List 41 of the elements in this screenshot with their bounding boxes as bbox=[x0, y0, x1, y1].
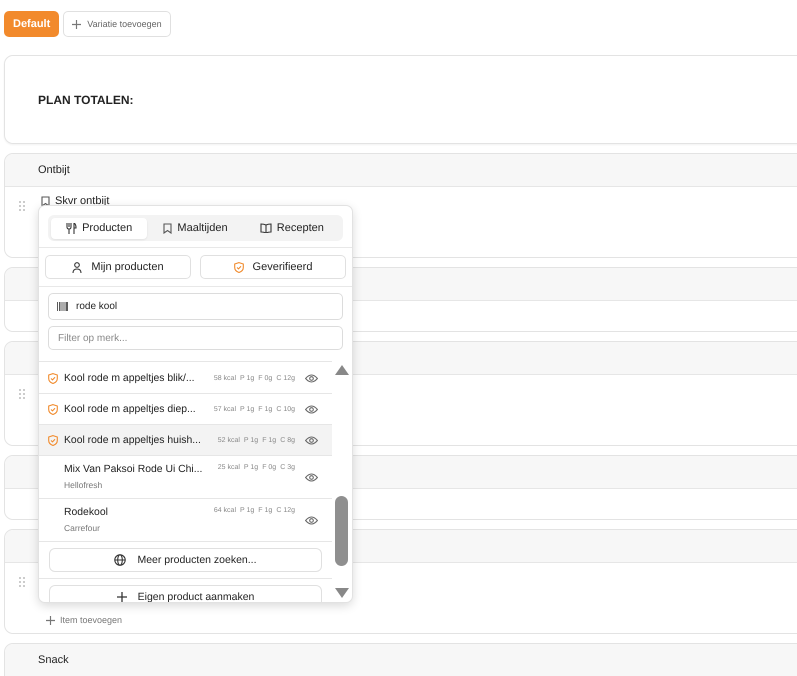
plan-totals-title: PLAN TOTALEN: bbox=[38, 92, 134, 106]
drag-handle-icon[interactable] bbox=[19, 389, 25, 399]
filter-button[interactable]: Geverifieerd bbox=[200, 255, 346, 279]
product-brand: Hellofresh bbox=[64, 480, 104, 490]
barcode-icon[interactable] bbox=[57, 302, 68, 311]
create-product-button[interactable]: Eigen product aanmaken bbox=[49, 585, 322, 602]
meal-item-name[interactable]: Skvr ontbijt bbox=[55, 195, 110, 207]
product-name: Mix Van Paksoi Rode Ui Chi... bbox=[64, 464, 204, 475]
book-icon bbox=[260, 223, 272, 233]
shield-icon bbox=[234, 262, 244, 272]
drag-handle-icon[interactable] bbox=[19, 201, 25, 211]
eye-icon[interactable] bbox=[305, 472, 318, 482]
brand-filter-field[interactable]: Filter op merk... bbox=[48, 326, 343, 350]
picker-tab[interactable]: Producten bbox=[51, 218, 148, 238]
add-variant-button[interactable]: Variatie toevoegen bbox=[63, 11, 171, 37]
more-products-button[interactable]: Meer producten zoeken... bbox=[49, 548, 322, 572]
plus-icon bbox=[72, 20, 82, 28]
fork-knife-icon bbox=[66, 222, 78, 234]
bookmark-icon bbox=[163, 222, 172, 234]
plus-icon bbox=[116, 592, 127, 602]
eye-icon[interactable] bbox=[305, 404, 318, 414]
globe-icon bbox=[114, 554, 126, 566]
eye-icon[interactable] bbox=[305, 516, 318, 524]
eye-icon[interactable] bbox=[305, 436, 318, 444]
product-name: Kool rode m appeltjes blik/... bbox=[64, 372, 196, 384]
eye-icon[interactable] bbox=[305, 374, 318, 382]
plus-icon bbox=[46, 616, 55, 624]
search-field[interactable]: rode kool bbox=[48, 293, 343, 320]
product-name: Rodekool bbox=[64, 507, 109, 518]
filter-button[interactable]: Mijn producten bbox=[45, 255, 191, 279]
person-icon bbox=[72, 262, 82, 272]
product-brand: Carrefour bbox=[64, 523, 101, 533]
bookmark-icon bbox=[41, 196, 50, 206]
picker-tab[interactable]: Recepten bbox=[244, 218, 340, 238]
meal-title: Snack bbox=[38, 654, 69, 666]
product-name: Kool rode m appeltjes diep... bbox=[64, 404, 197, 414]
add-item-button[interactable]: Item toevoegen bbox=[46, 615, 122, 625]
product-name: Kool rode m appeltjes huish... bbox=[64, 434, 202, 446]
drag-handle-icon[interactable] bbox=[19, 577, 25, 587]
meal-title: Ontbijt bbox=[38, 164, 70, 176]
picker-tab[interactable]: Maaltijden bbox=[147, 218, 244, 238]
